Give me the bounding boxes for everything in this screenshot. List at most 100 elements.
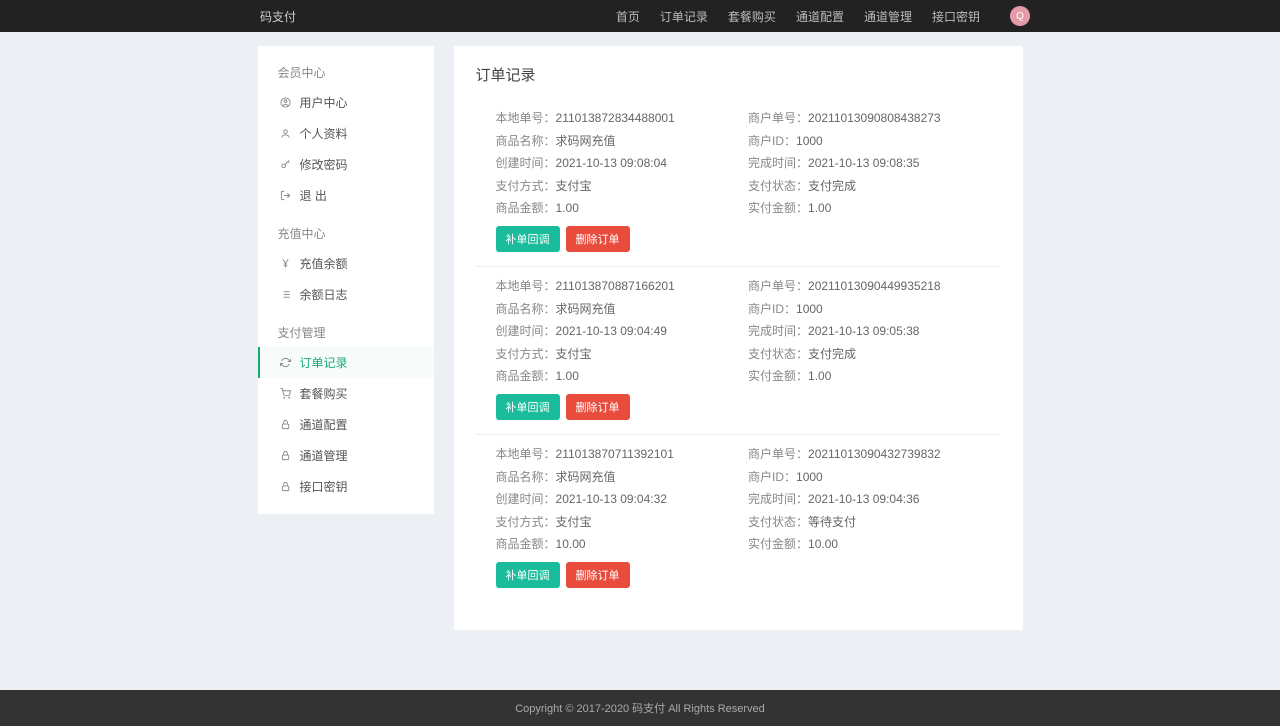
refresh-icon bbox=[280, 357, 292, 368]
label-paid-amount: 实付金额： bbox=[748, 201, 808, 215]
lock-icon bbox=[280, 481, 292, 492]
value-goods-name: 求码网充值 bbox=[556, 134, 616, 148]
label-pay-status: 支付状态： bbox=[748, 347, 808, 361]
value-goods-amount: 10.00 bbox=[556, 537, 586, 551]
sidebar-item-profile[interactable]: 个人资料 bbox=[258, 118, 434, 149]
sidebar-section-recharge: 充值中心 bbox=[258, 217, 434, 248]
label-merchant-id: 商户ID： bbox=[748, 470, 796, 484]
value-pay-status: 支付完成 bbox=[808, 179, 856, 193]
label-pay-status: 支付状态： bbox=[748, 515, 808, 529]
label-local-no: 本地单号： bbox=[496, 447, 556, 461]
sidebar-item-label: 通道管理 bbox=[300, 447, 348, 464]
order-block: 本地单号：211013870711392101 商户单号：20211013090… bbox=[476, 434, 1001, 602]
callback-button[interactable]: 补单回调 bbox=[496, 562, 560, 588]
sidebar-section-member: 会员中心 bbox=[258, 56, 434, 87]
sidebar-item-label: 套餐购买 bbox=[300, 385, 348, 402]
value-create-time: 2021-10-13 09:08:04 bbox=[556, 156, 667, 170]
label-create-time: 创建时间： bbox=[496, 492, 556, 506]
topnav-channel-manage[interactable]: 通道管理 bbox=[864, 8, 912, 25]
value-finish-time: 2021-10-13 09:08:35 bbox=[808, 156, 919, 170]
label-goods-name: 商品名称： bbox=[496, 302, 556, 316]
sidebar-item-channel-manage[interactable]: 通道管理 bbox=[258, 440, 434, 471]
topnav: 首页 订单记录 套餐购买 通道配置 通道管理 接口密钥 Q bbox=[616, 6, 1030, 26]
list-icon bbox=[280, 289, 292, 300]
callback-button[interactable]: 补单回调 bbox=[496, 394, 560, 420]
value-merchant-id: 1000 bbox=[796, 134, 823, 148]
delete-button[interactable]: 删除订单 bbox=[566, 394, 630, 420]
value-create-time: 2021-10-13 09:04:49 bbox=[556, 324, 667, 338]
label-goods-name: 商品名称： bbox=[496, 134, 556, 148]
value-pay-status: 支付完成 bbox=[808, 347, 856, 361]
sidebar: 会员中心 用户中心 个人资料 修改密码 退 出 充值中心 充值余额 余额日志 支… bbox=[258, 46, 434, 514]
footer: Copyright © 2017-2020 码支付 All Rights Res… bbox=[0, 690, 1280, 726]
sidebar-item-package-buy[interactable]: 套餐购买 bbox=[258, 378, 434, 409]
topnav-orders[interactable]: 订单记录 bbox=[660, 8, 708, 25]
logout-icon bbox=[280, 190, 292, 201]
value-pay-method: 支付宝 bbox=[556, 179, 592, 193]
brand: 码支付 bbox=[260, 8, 296, 25]
value-pay-method: 支付宝 bbox=[556, 515, 592, 529]
sidebar-section-payment: 支付管理 bbox=[258, 316, 434, 347]
value-merchant-no: 20211013090449935218 bbox=[808, 279, 941, 293]
value-finish-time: 2021-10-13 09:05:38 bbox=[808, 324, 919, 338]
label-goods-amount: 商品金额： bbox=[496, 201, 556, 215]
delete-button[interactable]: 删除订单 bbox=[566, 562, 630, 588]
sidebar-item-label: 通道配置 bbox=[300, 416, 348, 433]
sidebar-item-label: 余额日志 bbox=[300, 286, 348, 303]
topnav-channel-config[interactable]: 通道配置 bbox=[796, 8, 844, 25]
sidebar-item-channel-config[interactable]: 通道配置 bbox=[258, 409, 434, 440]
lock-icon bbox=[280, 419, 292, 430]
value-local-no: 211013872834488001 bbox=[556, 111, 675, 125]
value-paid-amount: 1.00 bbox=[808, 201, 831, 215]
label-finish-time: 完成时间： bbox=[748, 156, 808, 170]
value-goods-name: 求码网充值 bbox=[556, 470, 616, 484]
label-finish-time: 完成时间： bbox=[748, 492, 808, 506]
order-block: 本地单号：211013872834488001 商户单号：20211013090… bbox=[476, 99, 1001, 266]
delete-button[interactable]: 删除订单 bbox=[566, 226, 630, 252]
sidebar-item-recharge[interactable]: 充值余额 bbox=[258, 248, 434, 279]
label-merchant-id: 商户ID： bbox=[748, 302, 796, 316]
sidebar-item-label: 充值余额 bbox=[300, 255, 348, 272]
label-create-time: 创建时间： bbox=[496, 324, 556, 338]
sidebar-item-label: 个人资料 bbox=[300, 125, 348, 142]
sidebar-item-orders[interactable]: 订单记录 bbox=[258, 347, 434, 378]
user-circle-icon bbox=[280, 97, 292, 108]
label-paid-amount: 实付金额： bbox=[748, 537, 808, 551]
label-pay-status: 支付状态： bbox=[748, 179, 808, 193]
value-merchant-id: 1000 bbox=[796, 470, 823, 484]
label-goods-amount: 商品金额： bbox=[496, 537, 556, 551]
topbar: 码支付 首页 订单记录 套餐购买 通道配置 通道管理 接口密钥 Q bbox=[0, 0, 1280, 32]
sidebar-item-label: 用户中心 bbox=[300, 94, 348, 111]
key-icon bbox=[280, 159, 292, 170]
value-goods-amount: 1.00 bbox=[556, 201, 579, 215]
sidebar-item-user-center[interactable]: 用户中心 bbox=[258, 87, 434, 118]
avatar[interactable]: Q bbox=[1010, 6, 1030, 26]
yen-icon bbox=[280, 258, 292, 269]
sidebar-item-label: 接口密钥 bbox=[300, 478, 348, 495]
label-local-no: 本地单号： bbox=[496, 279, 556, 293]
label-pay-method: 支付方式： bbox=[496, 515, 556, 529]
topnav-home[interactable]: 首页 bbox=[616, 8, 640, 25]
page-title: 订单记录 bbox=[476, 64, 1001, 85]
value-paid-amount: 1.00 bbox=[808, 369, 831, 383]
value-merchant-no: 20211013090808438273 bbox=[808, 111, 941, 125]
value-pay-status: 等待支付 bbox=[808, 515, 856, 529]
sidebar-item-api-key[interactable]: 接口密钥 bbox=[258, 471, 434, 502]
label-goods-amount: 商品金额： bbox=[496, 369, 556, 383]
label-paid-amount: 实付金额： bbox=[748, 369, 808, 383]
label-merchant-id: 商户ID： bbox=[748, 134, 796, 148]
value-goods-name: 求码网充值 bbox=[556, 302, 616, 316]
value-finish-time: 2021-10-13 09:04:36 bbox=[808, 492, 919, 506]
label-pay-method: 支付方式： bbox=[496, 347, 556, 361]
topnav-api-key[interactable]: 接口密钥 bbox=[932, 8, 980, 25]
content-panel: 订单记录 本地单号：211013872834488001 商户单号：202110… bbox=[454, 46, 1023, 630]
sidebar-item-label: 订单记录 bbox=[300, 354, 348, 371]
sidebar-item-balance-log[interactable]: 余额日志 bbox=[258, 279, 434, 310]
sidebar-item-password[interactable]: 修改密码 bbox=[258, 149, 434, 180]
callback-button[interactable]: 补单回调 bbox=[496, 226, 560, 252]
sidebar-item-logout[interactable]: 退 出 bbox=[258, 180, 434, 211]
label-create-time: 创建时间： bbox=[496, 156, 556, 170]
topnav-package[interactable]: 套餐购买 bbox=[728, 8, 776, 25]
label-merchant-no: 商户单号： bbox=[748, 111, 808, 125]
value-merchant-id: 1000 bbox=[796, 302, 823, 316]
